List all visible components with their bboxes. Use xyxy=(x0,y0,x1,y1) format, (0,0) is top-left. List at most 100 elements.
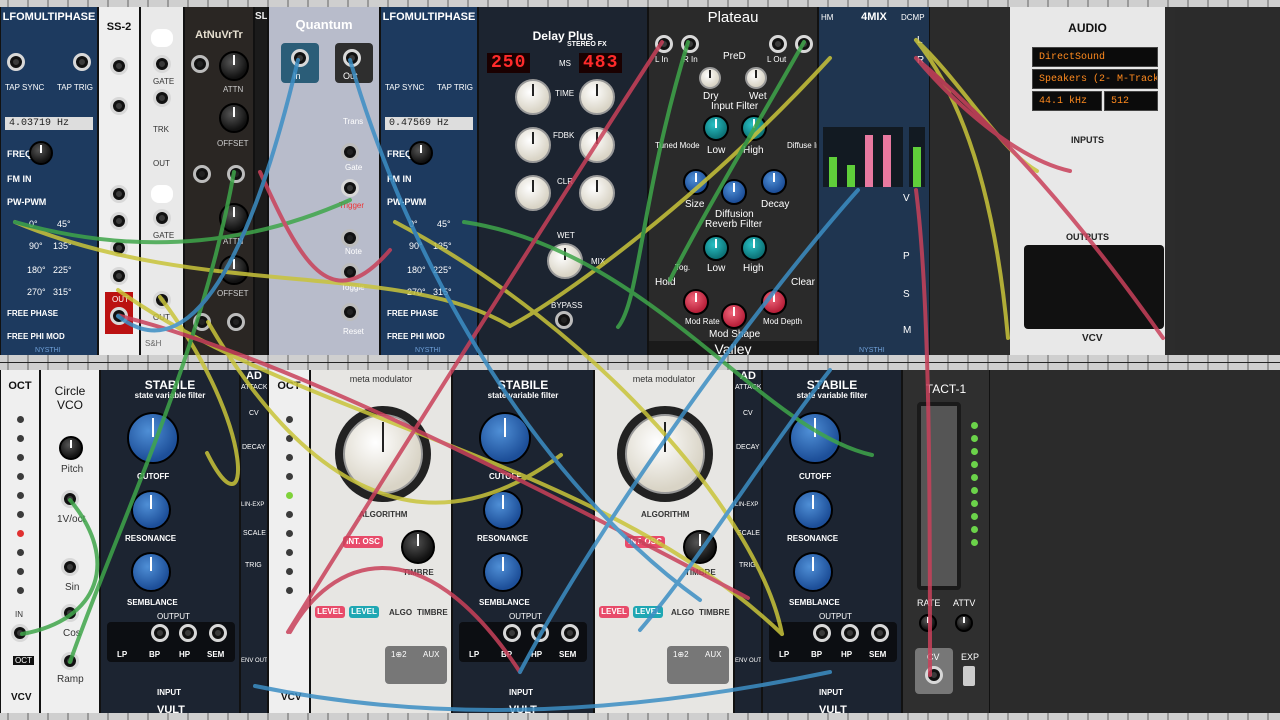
rate-knob[interactable] xyxy=(919,614,937,632)
attn-knob[interactable] xyxy=(219,203,249,233)
sample-rate-select[interactable]: 44.1 kHz xyxy=(1032,91,1102,111)
rst-jack[interactable] xyxy=(110,97,128,115)
bypass-jack[interactable] xyxy=(555,311,573,329)
attv-knob[interactable] xyxy=(955,614,973,632)
block-size-select[interactable]: 512 xyxy=(1104,91,1158,111)
stabile-filter-module[interactable]: STABILE state variable filter CUTOFF RES… xyxy=(452,370,594,713)
atnuvrtr-module[interactable]: AtNuVrTr ATTN OFFSET ATTN OFFSET xyxy=(184,7,254,355)
int-osc-button[interactable]: INT. OSC xyxy=(343,536,383,548)
sl-module[interactable]: SL xyxy=(254,7,268,355)
ss2-module[interactable]: SS-2 OUT xyxy=(98,7,140,355)
jack[interactable] xyxy=(153,89,171,107)
input-low-knob[interactable] xyxy=(703,115,729,141)
hp-jack[interactable] xyxy=(531,624,549,642)
in-jack[interactable] xyxy=(11,624,29,642)
ad-envelope-module[interactable]: AD ATTACK CV DECAY LIN-EXP SCALE TRIG EN… xyxy=(240,370,268,713)
level-1-button[interactable]: LEVEL xyxy=(599,606,629,618)
attn-knob[interactable] xyxy=(219,51,249,81)
exp-switch[interactable] xyxy=(963,666,975,686)
mod-depth-knob[interactable] xyxy=(761,289,787,315)
hp-jack[interactable] xyxy=(179,624,197,642)
gate-jack[interactable] xyxy=(341,143,359,161)
reset-jack[interactable] xyxy=(341,303,359,321)
out-jack[interactable] xyxy=(227,165,245,183)
audio-device-select[interactable]: Speakers (2- M-Track xyxy=(1032,69,1158,89)
cv-jack[interactable] xyxy=(7,53,25,71)
circle-vco-module[interactable]: Circle VCO Pitch 1V/oct Sin Cos Ramp xyxy=(40,370,100,713)
algorithm-knob[interactable] xyxy=(625,414,705,494)
l-out-jack[interactable] xyxy=(769,35,787,53)
cv-jack[interactable] xyxy=(925,666,943,684)
plateau-module[interactable]: Plateau L In R In PreD L Out Dry Wet Inp… xyxy=(648,7,818,355)
reverb-high-knob[interactable] xyxy=(741,235,767,261)
cutoff-knob[interactable] xyxy=(127,412,179,464)
jack[interactable] xyxy=(110,267,128,285)
jack[interactable] xyxy=(153,55,171,73)
sem-jack[interactable] xyxy=(561,624,579,642)
button[interactable] xyxy=(151,29,173,47)
cutoff-knob[interactable] xyxy=(789,412,841,464)
lfo-multiphase-module[interactable]: LFOMULTIPHASE TAP SYNC TAP TRIG 0.47569 … xyxy=(380,7,478,355)
cutoff-knob[interactable] xyxy=(479,412,531,464)
timbre-knob[interactable] xyxy=(683,530,717,564)
delay-plus-module[interactable]: Delay Plus STEREO FX 250 MS 483 TIME FDB… xyxy=(478,7,648,355)
cv-jack[interactable] xyxy=(191,55,209,73)
semblance-knob[interactable] xyxy=(793,552,833,592)
quantum-module[interactable]: Quantum In Out Trans Gate Trigger Note T… xyxy=(268,7,380,355)
in-jack[interactable] xyxy=(291,49,309,67)
freq-knob[interactable] xyxy=(409,141,433,165)
trigger-jack[interactable] xyxy=(341,179,359,197)
clk-jack[interactable] xyxy=(110,57,128,75)
sem-jack[interactable] xyxy=(209,624,227,642)
jack[interactable] xyxy=(73,53,91,71)
diffusion-knob[interactable] xyxy=(721,179,747,205)
audio-driver-select[interactable]: DirectSound xyxy=(1032,47,1158,67)
in-jack[interactable] xyxy=(193,313,211,331)
algorithm-knob[interactable] xyxy=(343,414,423,494)
meta-modulator-module[interactable]: meta modulator ALGORITHM INT. OSC TIMBRE… xyxy=(594,370,734,713)
cos-jack[interactable] xyxy=(61,604,79,622)
reverb-low-knob[interactable] xyxy=(703,235,729,261)
r-in-jack[interactable] xyxy=(681,35,699,53)
audio-module[interactable]: AUDIO DirectSound Speakers (2- M-Track 4… xyxy=(1000,7,1175,355)
tact-module[interactable]: TACT-1 RATE ATTV CV EXP xyxy=(902,370,990,713)
button[interactable] xyxy=(151,185,173,203)
size-knob[interactable] xyxy=(683,169,709,195)
level-1-button[interactable]: LEVEL xyxy=(315,606,345,618)
stabile-filter-module[interactable]: STABILE state variable filter CUTOFF RES… xyxy=(100,370,240,713)
voct-jack[interactable] xyxy=(61,490,79,508)
resonance-knob[interactable] xyxy=(483,490,523,530)
mod-rate-knob[interactable] xyxy=(683,289,709,315)
hp-jack[interactable] xyxy=(841,624,859,642)
bp-jack[interactable] xyxy=(151,624,169,642)
out-jack[interactable] xyxy=(110,307,128,325)
clr-left-knob[interactable] xyxy=(515,175,551,211)
wet-knob[interactable] xyxy=(745,67,767,89)
fdbk-left-knob[interactable] xyxy=(515,127,551,163)
int-osc-button[interactable]: INT. OSC xyxy=(625,536,665,548)
jack[interactable] xyxy=(110,185,128,203)
offset-knob[interactable] xyxy=(219,103,249,133)
fdbk-right-knob[interactable] xyxy=(579,127,615,163)
out-jack[interactable] xyxy=(343,49,361,67)
input-high-knob[interactable] xyxy=(741,115,767,141)
semblance-knob[interactable] xyxy=(131,552,171,592)
semblance-knob[interactable] xyxy=(483,552,523,592)
freq-knob[interactable] xyxy=(29,141,53,165)
octave-module[interactable]: OCT IN OCT VCV xyxy=(0,370,40,713)
jack[interactable] xyxy=(153,209,171,227)
lfo-multiphase-module[interactable]: LFOMULTIPHASE TAP SYNC TAP TRIG 4.03719 … xyxy=(0,7,98,355)
bp-jack[interactable] xyxy=(813,624,831,642)
in-jack[interactable] xyxy=(193,165,211,183)
jack[interactable] xyxy=(153,291,171,309)
jack[interactable] xyxy=(110,239,128,257)
sample-hold-module[interactable]: GATE TRK OUT GATE OUT S&H xyxy=(140,7,184,355)
mix-knob[interactable] xyxy=(547,243,583,279)
l-in-jack[interactable] xyxy=(655,35,673,53)
pitch-knob[interactable] xyxy=(59,436,83,460)
offset-knob[interactable] xyxy=(219,255,249,285)
time-right-knob[interactable] xyxy=(579,79,615,115)
timbre-knob[interactable] xyxy=(401,530,435,564)
resonance-knob[interactable] xyxy=(793,490,833,530)
clr-right-knob[interactable] xyxy=(579,175,615,211)
